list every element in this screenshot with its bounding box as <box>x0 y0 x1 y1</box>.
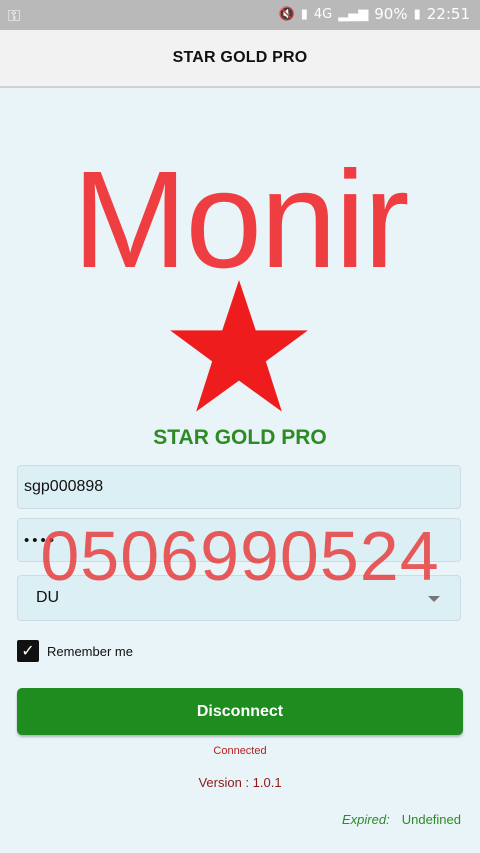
remember-checkbox[interactable]: ✓ <box>17 640 39 662</box>
battery-icon: ▮ <box>413 6 421 22</box>
logo-text: Monir <box>72 143 409 297</box>
app-bar: STAR GOLD PRO <box>0 30 480 88</box>
chevron-down-icon <box>428 596 440 602</box>
connection-status: Connected <box>213 745 267 757</box>
key-icon: ⚿ <box>8 6 21 25</box>
password-value: •••• <box>24 531 58 549</box>
network-type: 4G <box>313 6 333 22</box>
app-title: STAR GOLD PRO <box>172 49 308 66</box>
expired-label: Expired: <box>342 812 390 827</box>
status-icons: 🔇 ▮ 4G ▂▄▆ 90% ▮ 22:51 <box>279 5 470 23</box>
server-select[interactable]: DU <box>17 575 461 621</box>
battery-level: 90% <box>374 5 408 23</box>
disconnect-button[interactable]: Disconnect <box>17 688 463 735</box>
status-bar: ⚿ 🔇 ▮ 4G ▂▄▆ 90% ▮ 22:51 <box>0 0 480 30</box>
brand-title: STAR GOLD PRO <box>153 426 327 449</box>
server-value: DU <box>36 589 60 606</box>
remember-me[interactable]: ✓ Remember me <box>17 640 133 662</box>
sim-icon: ▮ <box>300 6 308 22</box>
mute-icon: 🔇 <box>278 6 295 22</box>
star-icon <box>170 280 308 412</box>
username-value: sgp000898 <box>24 478 104 495</box>
username-field[interactable]: sgp000898 <box>17 465 461 509</box>
signal-icon: ▂▄▆ <box>338 6 369 22</box>
expired-value: Undefined <box>401 812 461 827</box>
clock: 22:51 <box>426 5 470 23</box>
version-text: Version : 1.0.1 <box>198 775 282 790</box>
password-field[interactable]: •••• <box>17 518 461 562</box>
expiry-info: Expired: Undefined <box>342 812 461 827</box>
remember-label: Remember me <box>47 643 133 659</box>
check-icon: ✓ <box>21 643 35 660</box>
